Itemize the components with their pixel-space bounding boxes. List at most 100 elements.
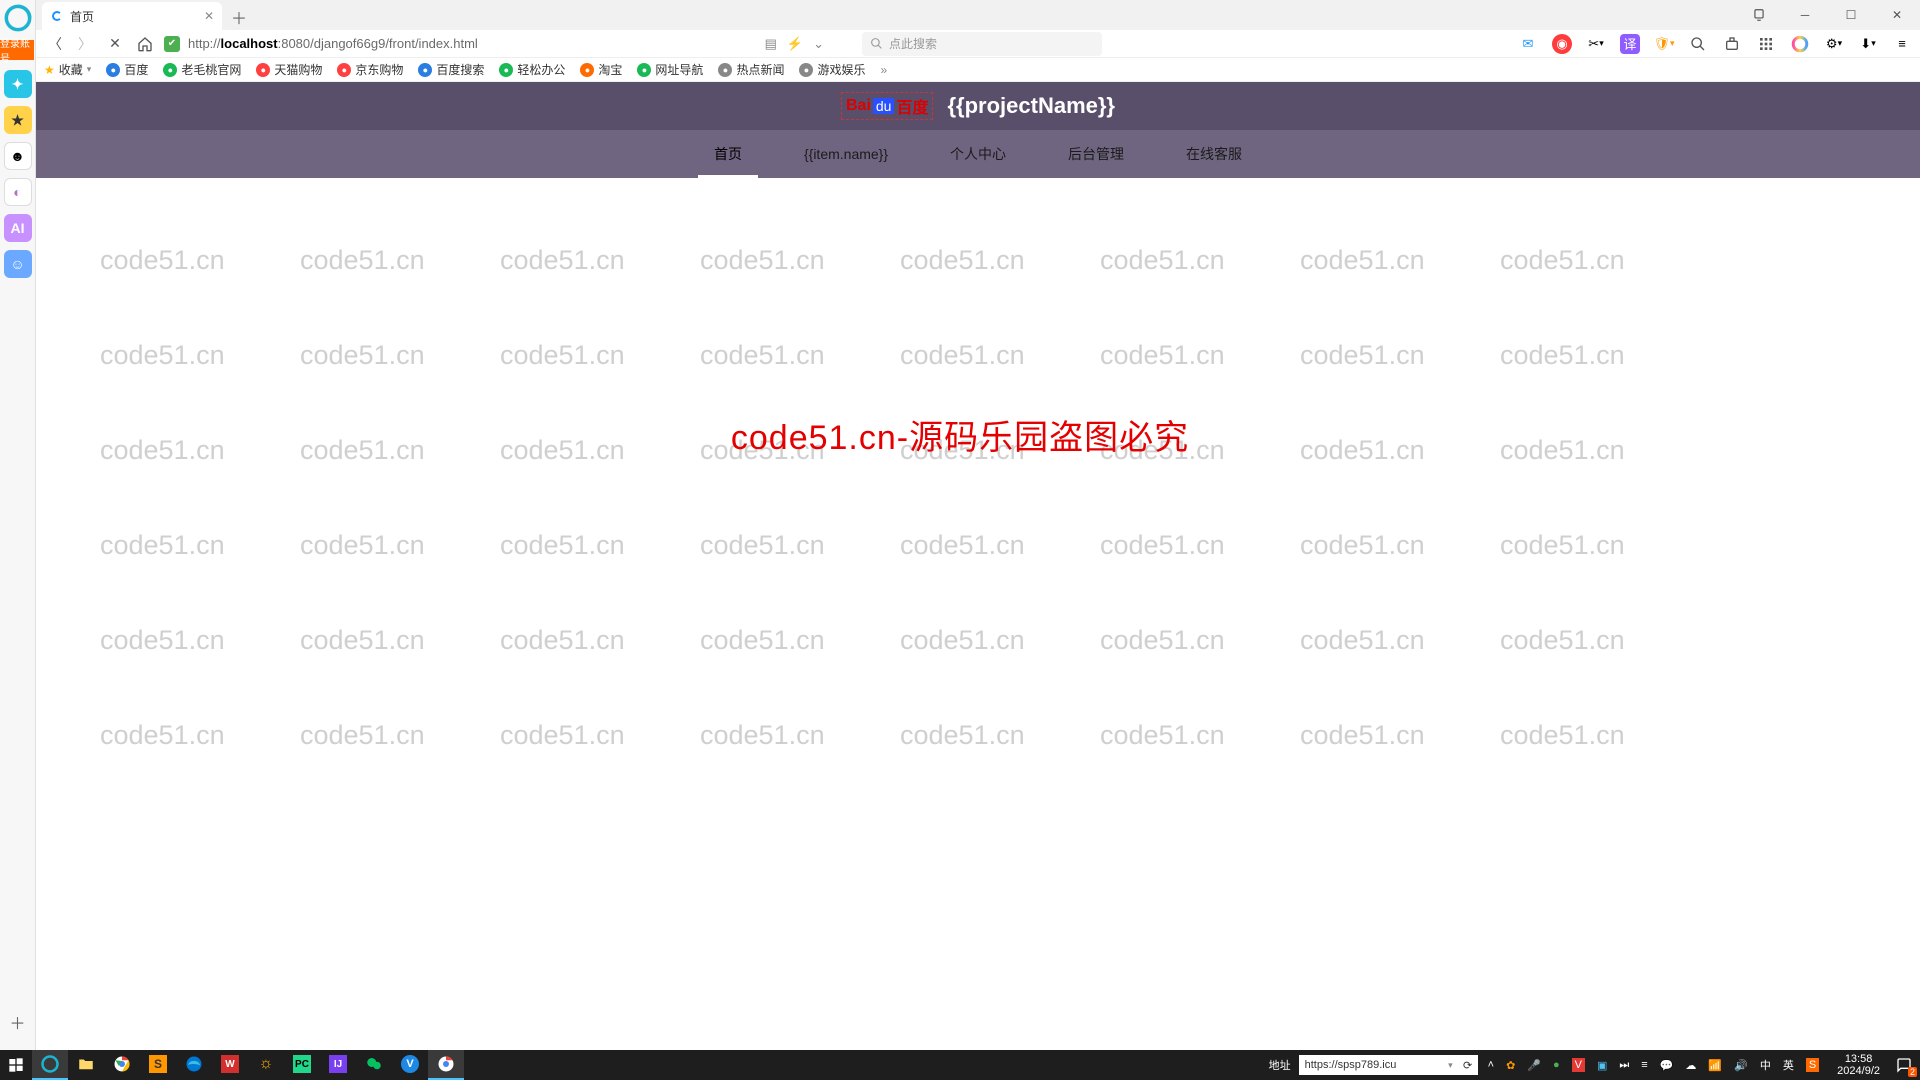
task-sublime-icon[interactable]: S — [140, 1050, 176, 1080]
browser-logo-icon[interactable] — [4, 4, 32, 32]
nav-item[interactable]: 后台管理 — [1052, 130, 1140, 178]
tray-chat-icon[interactable]: 💬 — [1660, 1059, 1674, 1072]
task-pycharm-icon[interactable]: PC — [284, 1050, 320, 1080]
watermark-cell: code51.cn — [100, 720, 225, 751]
tray-eq-icon[interactable]: ≡ — [1641, 1059, 1647, 1071]
bookmark-item[interactable]: ●百度搜索 — [418, 61, 484, 78]
watermark-cell: code51.cn — [100, 245, 225, 276]
taskbar-addr-go-icon[interactable]: ⟳ — [1458, 1055, 1478, 1075]
mail-icon[interactable]: ✉ — [1518, 34, 1538, 54]
shield-toolbar-icon[interactable]: 🛡▾ — [1654, 34, 1674, 54]
start-button[interactable] — [0, 1050, 32, 1080]
tray-green-icon[interactable]: ● — [1553, 1059, 1560, 1071]
side-app-5-icon[interactable]: AI — [4, 214, 32, 242]
watermark-center: code51.cn-源码乐园盗图必究 — [0, 410, 1920, 459]
nav-home-icon[interactable] — [134, 33, 156, 55]
watermark-cell: code51.cn — [500, 720, 625, 751]
tab-close-icon[interactable]: ✕ — [204, 9, 214, 23]
watermark-cell: code51.cn — [1300, 625, 1425, 656]
bookmark-item[interactable]: ●热点新闻 — [718, 61, 784, 78]
nav-stop-icon[interactable]: ✕ — [104, 33, 126, 55]
search-box[interactable]: 点此搜索 — [862, 32, 1102, 56]
bookmark-item[interactable]: ●天猫购物 — [256, 61, 322, 78]
tray-sogou-icon[interactable]: S — [1806, 1058, 1819, 1072]
watermark-cell: code51.cn — [1100, 625, 1225, 656]
scissors-icon[interactable]: ✂▾ — [1586, 34, 1606, 54]
taskbar-clock[interactable]: 13:58 2024/9/2 — [1829, 1053, 1888, 1077]
login-tag[interactable]: 登录账号 — [0, 40, 34, 60]
side-app-1-icon[interactable]: ✦ — [4, 70, 32, 98]
tray-star-icon[interactable]: ✿ — [1506, 1059, 1515, 1072]
url-flash-icon[interactable]: ⚡ — [787, 36, 803, 52]
task-chrome2-icon[interactable] — [428, 1050, 464, 1080]
nav-item[interactable]: 首页 — [698, 130, 758, 178]
task-wechat-icon[interactable] — [356, 1050, 392, 1080]
url-box[interactable]: ✔ http://localhost:8080/djangof66g9/fron… — [164, 32, 824, 56]
window-maximize-icon[interactable]: ☐ — [1828, 0, 1874, 30]
window-close-icon[interactable]: ✕ — [1874, 0, 1920, 30]
side-app-2-icon[interactable]: ★ — [4, 106, 32, 134]
window-minimize-icon[interactable]: ─ — [1782, 0, 1828, 30]
tray-wifi-icon[interactable]: 📶 — [1708, 1059, 1722, 1072]
task-fire-icon[interactable]: ☼ — [248, 1050, 284, 1080]
new-tab-button[interactable]: ＋ — [226, 4, 252, 30]
task-intellij-icon[interactable]: IJ — [320, 1050, 356, 1080]
notification-icon[interactable]: 2 — [1888, 1050, 1920, 1080]
tray-ime1[interactable]: 中 — [1760, 1057, 1771, 1073]
apps-grid-icon[interactable] — [1756, 34, 1776, 54]
menu-icon[interactable]: ≡ — [1892, 34, 1912, 54]
watermark-cell: code51.cn — [900, 245, 1025, 276]
page-nav: 首页 {{item.name}} 个人中心后台管理在线客服 — [36, 130, 1920, 178]
window-pin-icon[interactable] — [1736, 0, 1782, 30]
watermark-cell: code51.cn — [1500, 625, 1625, 656]
side-app-4-icon[interactable]: ◐ — [4, 178, 32, 206]
url-dropdown-icon[interactable]: ⌄ — [813, 36, 824, 52]
tray-shield-icon[interactable]: V — [1572, 1058, 1585, 1072]
bookmark-fav[interactable]: ★收藏▾ — [44, 61, 91, 78]
bookmark-item[interactable]: ●百度 — [106, 61, 148, 78]
sidebar-add-icon[interactable]: ＋ — [4, 1008, 32, 1036]
tab-loading-icon — [52, 11, 62, 21]
settings-icon[interactable]: ⚙▾ — [1824, 34, 1844, 54]
bookmark-item[interactable]: ●淘宝 — [580, 61, 622, 78]
url-qr-icon[interactable]: ▤ — [765, 36, 777, 52]
bookmark-item[interactable]: ●京东购物 — [337, 61, 403, 78]
nav-item[interactable]: 个人中心 — [934, 130, 1022, 178]
nav-back-icon[interactable]: 〈 — [44, 33, 66, 55]
nav-item[interactable]: {{item.name}} — [788, 130, 904, 178]
task-v-icon[interactable]: V — [392, 1050, 428, 1080]
watermark-cell: code51.cn — [700, 625, 825, 656]
tray-box-icon[interactable]: ▣ — [1597, 1059, 1607, 1072]
side-app-6-icon[interactable]: ☺ — [4, 250, 32, 278]
tray-volume-icon[interactable]: 🔊 — [1734, 1059, 1748, 1072]
weibo-icon[interactable]: ◉ — [1552, 34, 1572, 54]
tray-cloud-icon[interactable]: ☁ — [1685, 1059, 1696, 1072]
tray-up-icon[interactable]: ˄ — [1488, 1059, 1494, 1071]
search-icon — [870, 37, 883, 50]
task-edge-icon[interactable] — [176, 1050, 212, 1080]
color-circle-icon[interactable] — [1790, 34, 1810, 54]
extensions-icon[interactable] — [1722, 34, 1742, 54]
zoom-icon[interactable] — [1688, 34, 1708, 54]
task-wps-icon[interactable]: W — [212, 1050, 248, 1080]
tray-mic-icon[interactable]: 🎤 — [1527, 1059, 1541, 1072]
watermark-cell: code51.cn — [1500, 530, 1625, 561]
tab-home[interactable]: 首页 ✕ — [42, 2, 222, 30]
tray-ime2[interactable]: 英 — [1783, 1057, 1794, 1073]
side-app-3-icon[interactable]: ☻ — [4, 142, 32, 170]
translate-icon[interactable]: 译 — [1620, 34, 1640, 54]
download-icon[interactable]: ⬇▾ — [1858, 34, 1878, 54]
task-chrome-icon[interactable] — [104, 1050, 140, 1080]
bookmark-item[interactable]: ●网址导航 — [637, 61, 703, 78]
task-explorer-icon[interactable] — [68, 1050, 104, 1080]
task-browser360-icon[interactable] — [32, 1050, 68, 1080]
baidu-logo[interactable]: Bai du 百度 — [841, 92, 934, 120]
bookmark-item[interactable]: ●游戏娱乐 — [799, 61, 865, 78]
watermark-cell: code51.cn — [1100, 340, 1225, 371]
nav-item[interactable]: 在线客服 — [1170, 130, 1258, 178]
bookmark-item[interactable]: ●老毛桃官网 — [163, 61, 241, 78]
taskbar-addr-input[interactable]: https://spsp789.icu▾ — [1299, 1055, 1459, 1075]
tray-skip-icon[interactable]: ⏭ — [1619, 1059, 1629, 1072]
bookmark-item[interactable]: ●轻松办公 — [499, 61, 565, 78]
bookmarks-overflow-icon[interactable]: » — [880, 63, 887, 77]
